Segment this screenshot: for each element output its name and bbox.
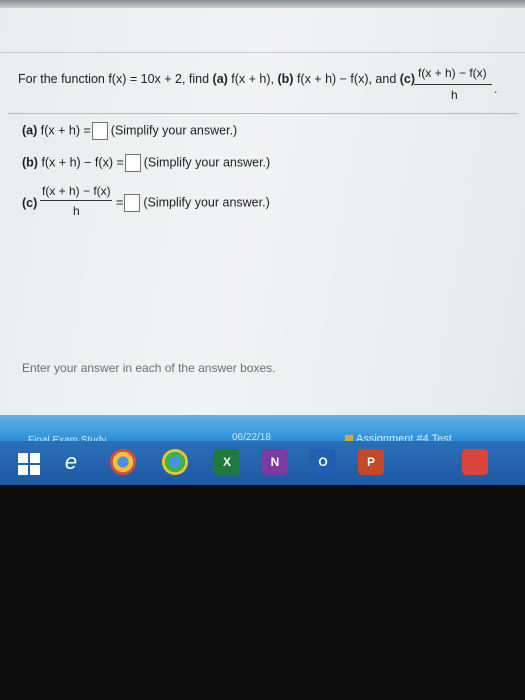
header-divider — [0, 52, 525, 53]
onenote-icon[interactable]: N — [262, 449, 288, 475]
question-c-tag: (c) — [399, 72, 416, 86]
part-c-numerator: f(x + h) − f(x) — [42, 184, 111, 198]
question-prefix: For the function f(x) = 10x + 2, find — [18, 72, 213, 86]
app-icon[interactable] — [462, 449, 488, 475]
chrome-alt-icon[interactable] — [162, 449, 188, 475]
part-a-simplify: (Simplify your answer.) — [110, 123, 238, 138]
question-period: . — [494, 82, 498, 96]
taskbar-preview-strip: Final Exam Study 06/22/18 Assignment #4 … — [0, 415, 525, 446]
part-c-denominator: h — [73, 204, 80, 218]
part-a-expression: f(x + h) = — [37, 123, 91, 138]
question-fraction-bar — [414, 84, 492, 85]
question-b-text: f(x + h) − f(x), and — [293, 72, 400, 86]
part-c-fraction-bar — [40, 200, 112, 201]
part-b-simplify: (Simplify your answer.) — [143, 155, 271, 170]
question-fraction-denominator: h — [451, 88, 458, 102]
question-b-tag: (b) — [277, 72, 294, 86]
part-a-row: (a) f(x + h) = (Simplify your answer.) — [22, 122, 237, 140]
powerpoint-letter: P — [366, 455, 375, 469]
screen: For the function f(x) = 10x + 2, find (a… — [0, 8, 525, 433]
instruction-text: Enter your answer in each of the answer … — [22, 361, 276, 375]
part-b-label: (b) — [22, 155, 38, 170]
taskbar: e X N O P — [0, 441, 525, 485]
chrome-icon[interactable] — [110, 449, 136, 475]
part-b-expression: f(x + h) − f(x) = — [37, 155, 124, 170]
excel-letter: X — [222, 455, 231, 469]
part-c-answer-box[interactable] — [124, 194, 141, 212]
part-c-label: (c) — [22, 196, 38, 210]
part-b-answer-box[interactable] — [124, 154, 141, 172]
outlook-icon[interactable]: O — [310, 449, 336, 475]
outlook-letter: O — [318, 455, 328, 469]
part-c-equals: = — [116, 195, 124, 210]
section-divider — [8, 113, 518, 114]
part-c-simplify: (Simplify your answer.) — [143, 195, 270, 210]
question-a-tag: (a) — [212, 72, 228, 86]
monitor-bezel — [0, 0, 525, 8]
monitor-bezel-bottom — [0, 485, 525, 700]
windows-icon[interactable] — [16, 449, 42, 475]
part-b-row: (b) f(x + h) − f(x) = (Simplify your answ… — [22, 154, 270, 172]
part-a-answer-box[interactable] — [91, 122, 108, 140]
excel-icon[interactable]: X — [214, 449, 240, 475]
question-fraction-numerator: f(x + h) − f(x) — [418, 66, 487, 80]
question-text: For the function f(x) = 10x + 2, find (a… — [18, 72, 415, 86]
onenote-letter: N — [270, 455, 280, 469]
part-c-tail: = (Simplify your answer.) — [116, 194, 270, 212]
part-a-label: (a) — [22, 123, 38, 138]
edge-icon[interactable]: e — [58, 449, 84, 475]
question-a-text: f(x + h), — [227, 72, 278, 86]
powerpoint-icon[interactable]: P — [358, 449, 384, 475]
